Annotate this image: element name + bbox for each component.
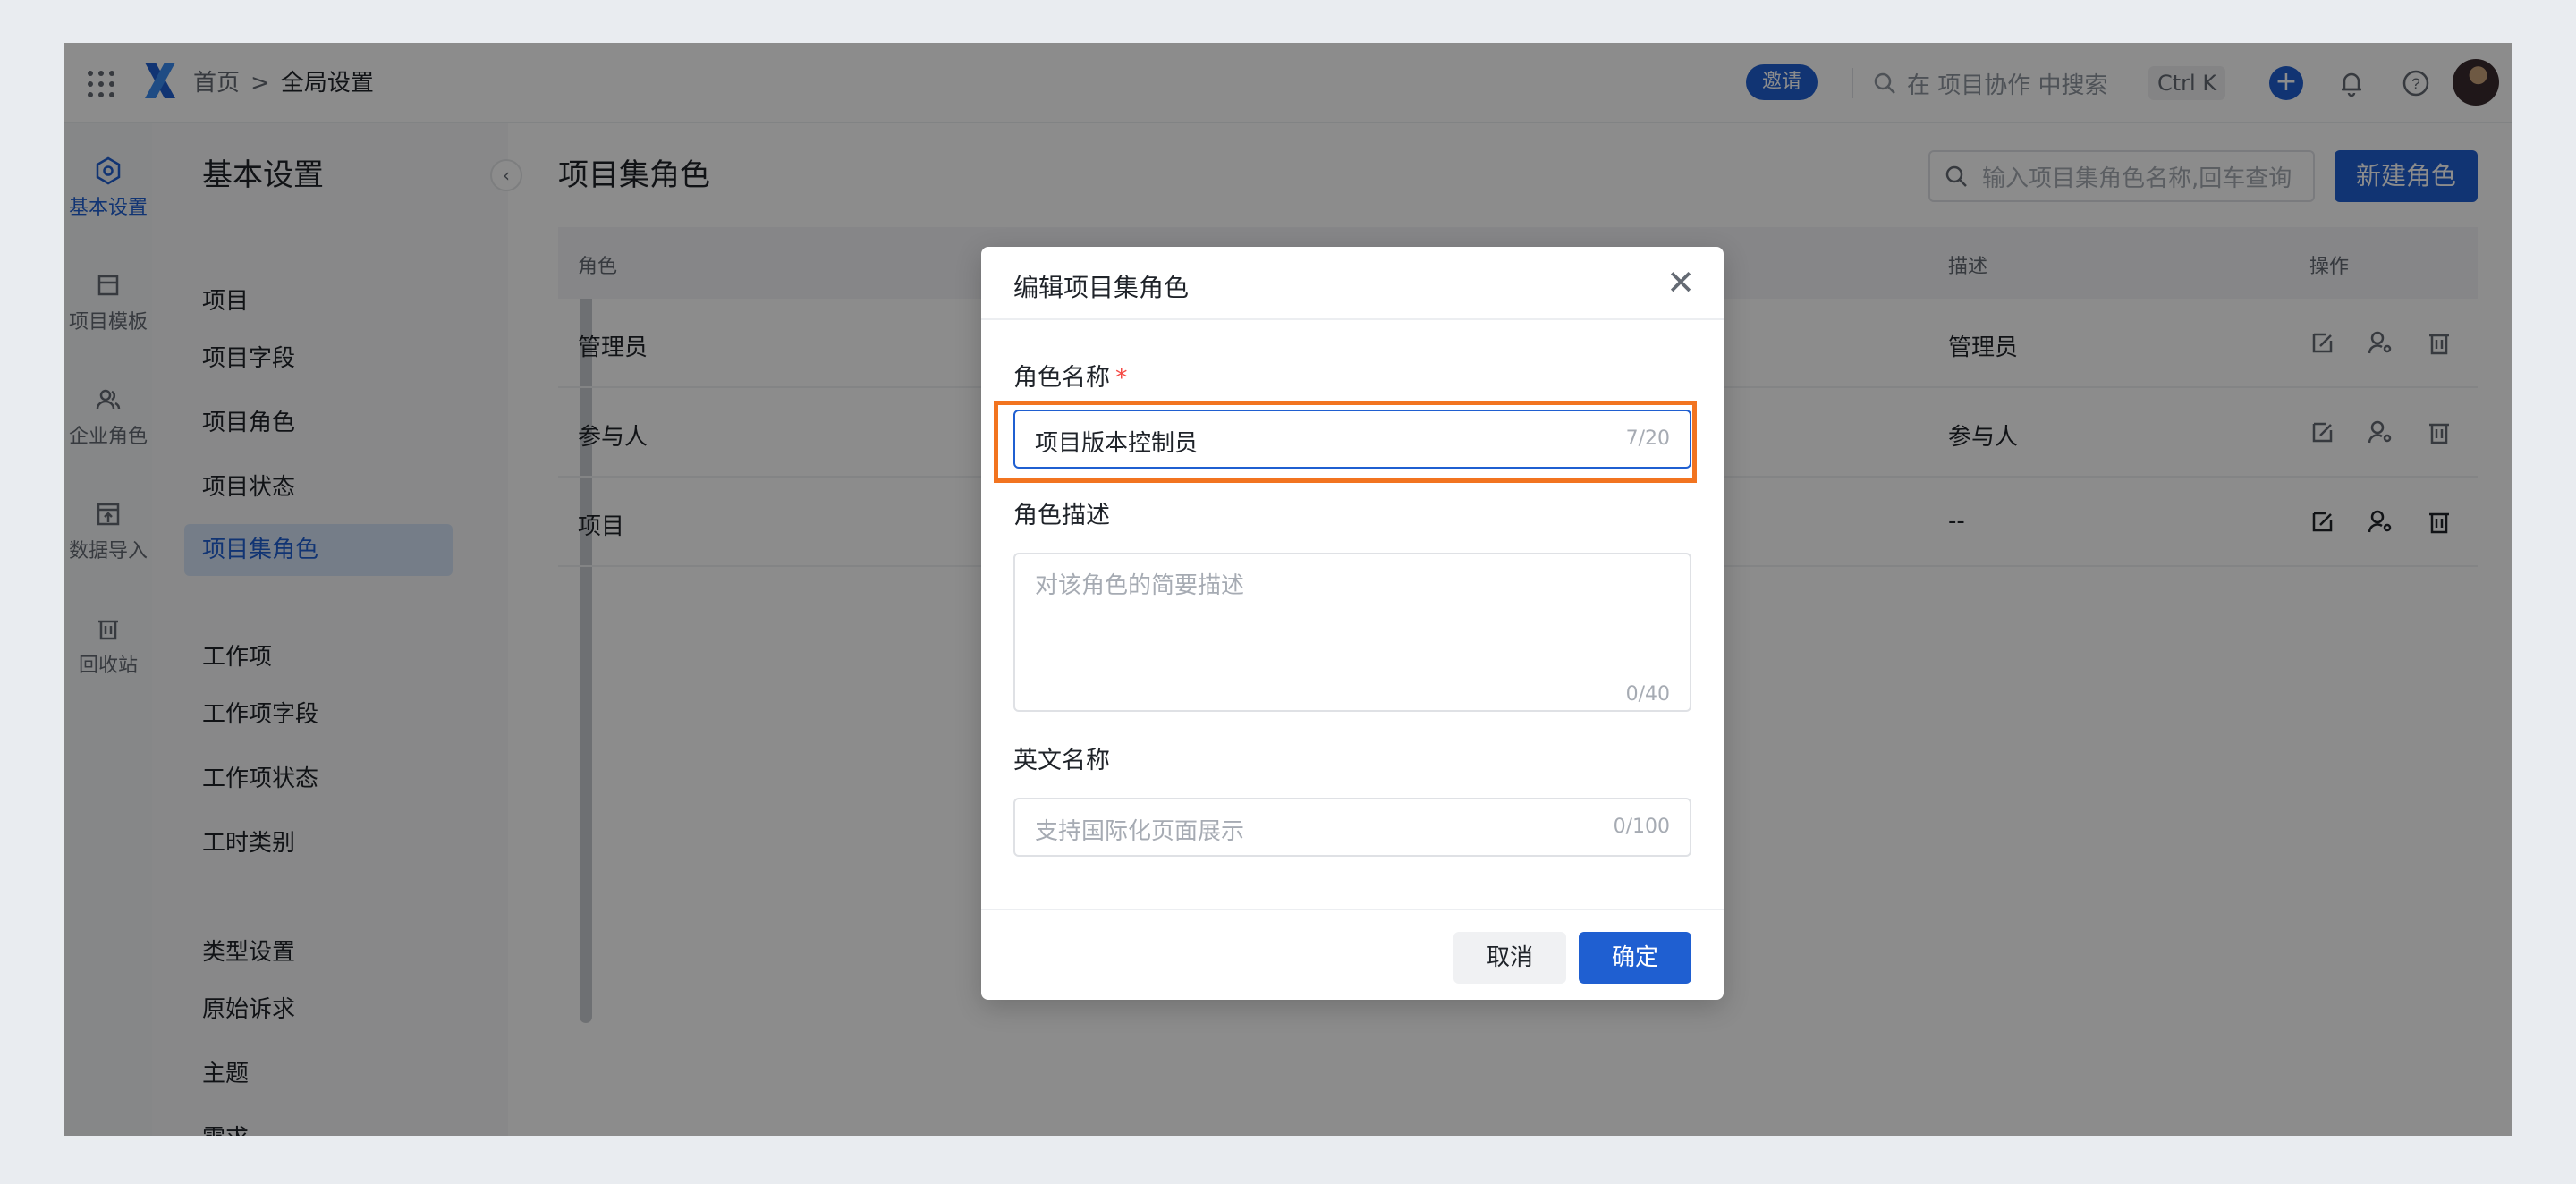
role-name-input[interactable]: 项目版本控制员 7/20 (1013, 410, 1691, 469)
edit-program-role-dialog: 编辑项目集角色 ✕ 角色名称 * 项目版本控制员 7/20 角色描述 对该角色的简… (981, 247, 1724, 1000)
dialog-title: 编辑项目集角色 (1013, 273, 1190, 302)
role-name-value: 项目版本控制员 (1035, 430, 1199, 457)
app-window: 首页 > 全局设置 邀请 在 项目协作 中搜索 Ctrl K + ? 基本设置 … (64, 43, 2512, 1136)
dialog-header: 编辑项目集角色 ✕ (981, 247, 1724, 320)
role-description-textarea[interactable]: 对该角色的简要描述 0/40 (1013, 553, 1691, 712)
role-name-count: 7/20 (1625, 427, 1670, 450)
confirm-button[interactable]: 确定 (1579, 932, 1691, 984)
role-description-count: 0/40 (1625, 683, 1670, 706)
english-name-input[interactable]: 支持国际化页面展示 0/100 (1013, 798, 1691, 857)
dialog-footer: 取消 确定 (981, 909, 1724, 1000)
english-name-placeholder: 支持国际化页面展示 (1035, 818, 1245, 845)
role-description-placeholder: 对该角色的简要描述 (1035, 572, 1245, 599)
role-description-label: 角色描述 (1013, 502, 1110, 529)
role-name-label-text: 角色名称 (1013, 364, 1110, 392)
english-name-label: 英文名称 (1013, 747, 1110, 774)
required-mark: * (1115, 364, 1128, 392)
close-icon[interactable]: ✕ (1663, 265, 1699, 300)
english-name-count: 0/100 (1613, 816, 1670, 838)
cancel-button[interactable]: 取消 (1453, 932, 1566, 984)
role-name-label: 角色名称 * (1013, 358, 1128, 393)
